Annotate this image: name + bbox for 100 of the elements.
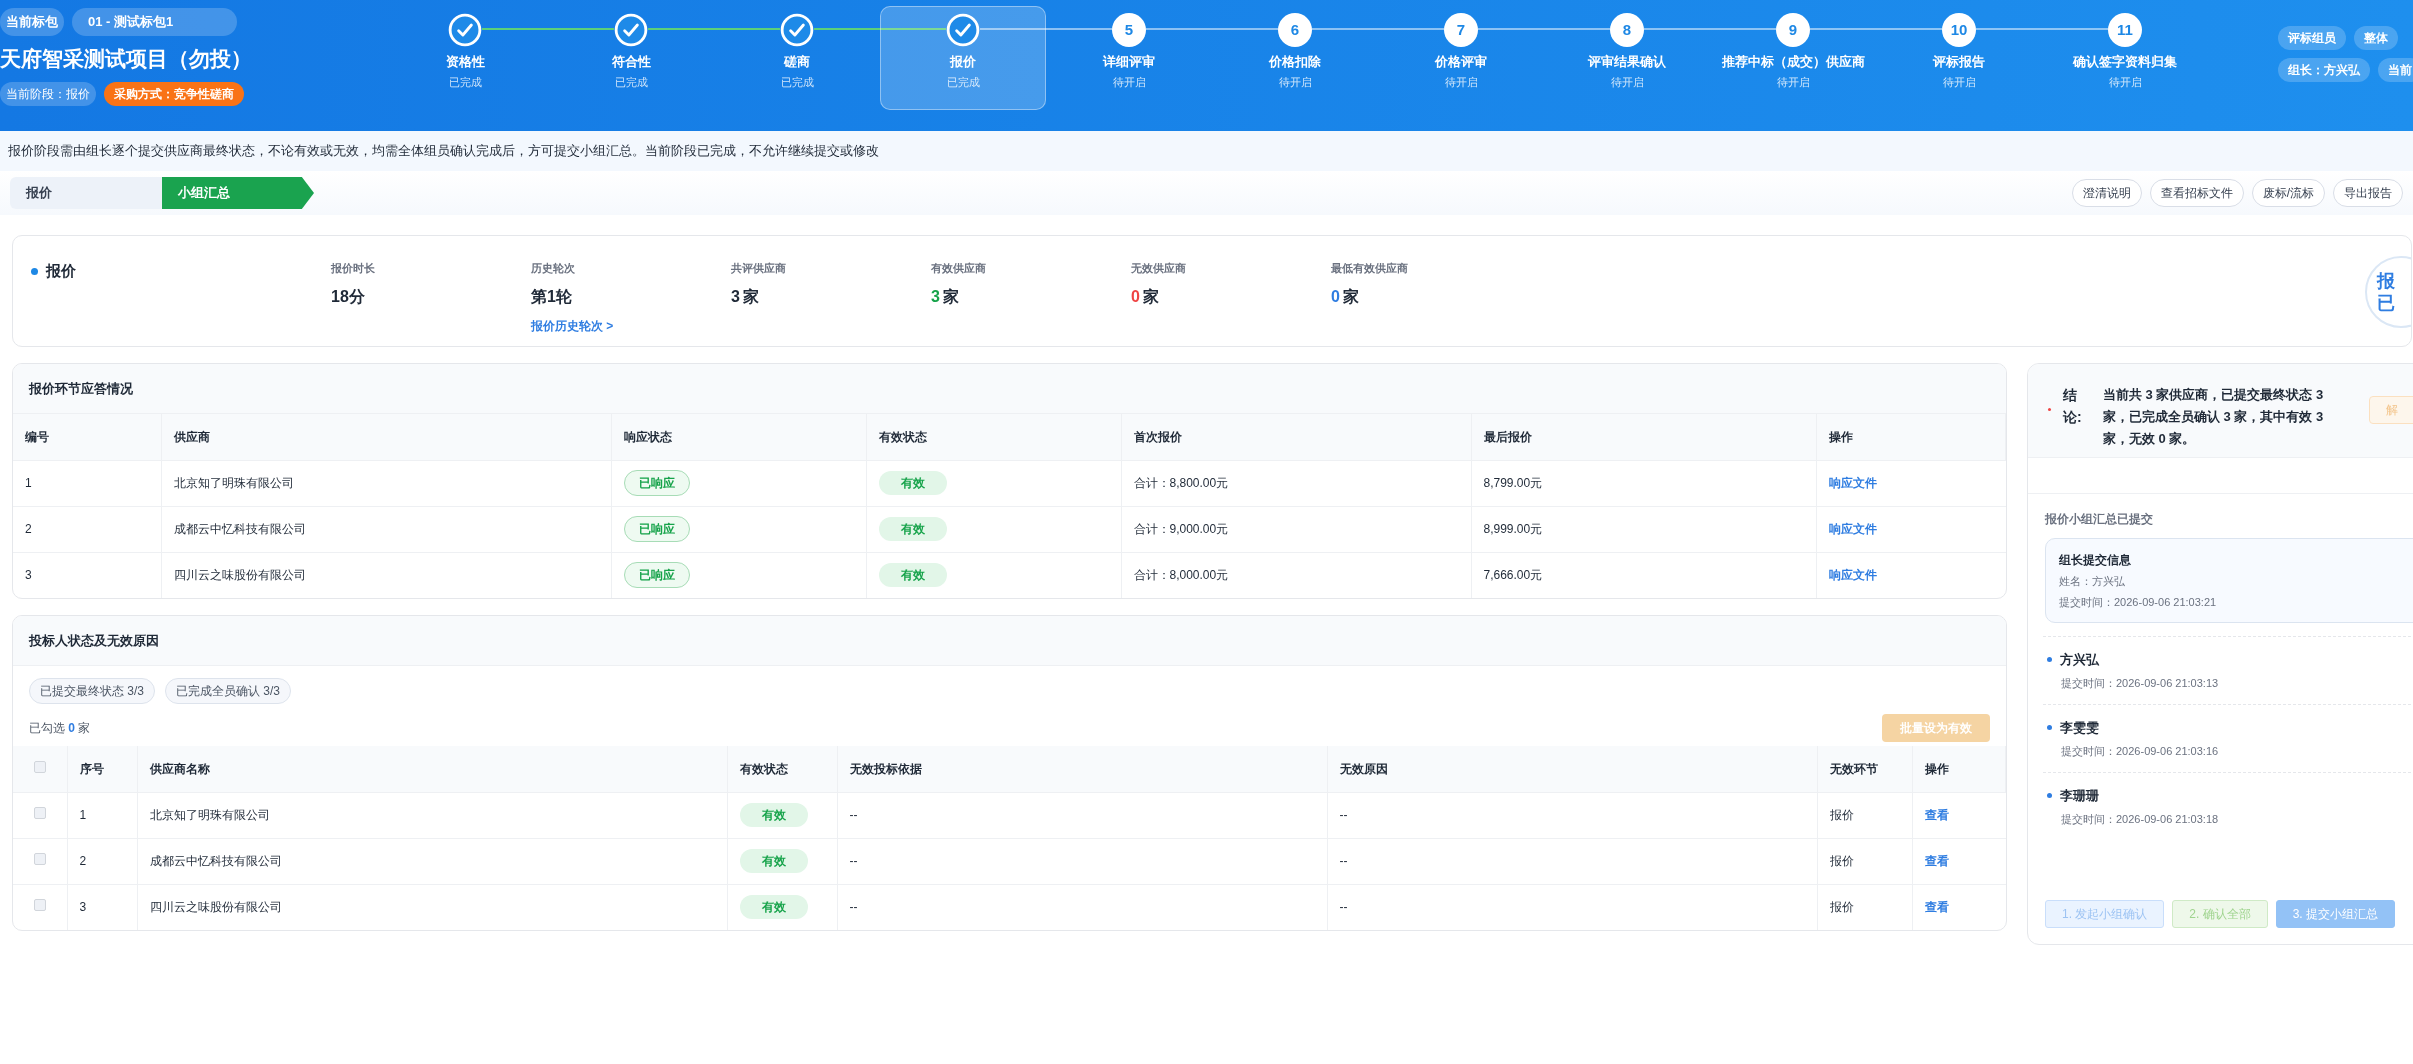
table-cell: 8,999.00元 [1471, 506, 1816, 552]
step-number: 8 [1610, 13, 1644, 47]
file-link[interactable]: 响应文件 [1828, 476, 1877, 490]
step-item[interactable]: 7 价格评审 待开启 [1378, 6, 1544, 110]
view-link[interactable]: 查看 [1924, 900, 1949, 915]
step-number: 5 [1112, 13, 1146, 47]
stage-tab[interactable]: 报价 [10, 177, 162, 209]
action-button[interactable]: 查看招标文件 [2149, 179, 2244, 207]
conclusion-label: 结论: [2063, 386, 2083, 427]
file-link[interactable]: 响应文件 [1828, 522, 1877, 536]
stat-value: 3 家 [731, 286, 759, 307]
column-header: 首次报价 [1121, 414, 1471, 460]
member-name: 方兴弘 [2060, 650, 2099, 669]
table-cell: 2 [67, 838, 137, 884]
action-button[interactable]: 导出报告 [2333, 179, 2403, 207]
step-status: 已完成 [946, 74, 980, 90]
member-time: 提交时间：2026-09-06 21:03:13 [2061, 676, 2220, 691]
column-header: 响应状态 [611, 414, 866, 460]
status-tag: 有效 [739, 849, 808, 873]
step-item[interactable]: 6 价格扣除 待开启 [1212, 6, 1378, 110]
step-status: 待开启 [1444, 74, 1478, 90]
member-name: 李雯雯 [2060, 718, 2099, 737]
step-item[interactable]: 报价 已完成 [880, 6, 1046, 110]
step-status: 待开启 [1942, 74, 1976, 90]
role-badge: 评标组员 [2278, 26, 2346, 50]
row-checkbox[interactable] [33, 899, 46, 912]
checkbox[interactable] [33, 760, 46, 773]
row-checkbox[interactable] [33, 853, 46, 865]
step-label: 确认签字资料归集 [2073, 53, 2177, 71]
history-link[interactable]: 报价历史轮次 > [531, 316, 614, 335]
status-tag: 有效 [878, 471, 947, 495]
stat-value: 3 家 [931, 286, 959, 307]
column-header: 有效状态 [866, 414, 1121, 460]
step-label: 评审结果确认 [1588, 53, 1666, 71]
action-button[interactable]: 废标/流标 [2251, 179, 2325, 207]
stat-label: 最低有效供应商 [1331, 261, 1408, 276]
stat-value: 第1轮 [531, 286, 572, 307]
table-cell: 成都云中忆科技有限公司 [137, 838, 727, 884]
step-status: 待开启 [1278, 74, 1312, 90]
role-badge: 整体 [2354, 26, 2398, 50]
step-item[interactable]: 磋商 已完成 [714, 6, 880, 110]
step-item[interactable]: 8 评审结果确认 待开启 [1544, 6, 1710, 110]
member-time: 提交时间：2026-09-06 21:03:16 [2061, 744, 2220, 759]
step-item[interactable]: 9 推荐中标（成交）供应商 待开启 [1710, 6, 1876, 110]
table-cell: -- [1327, 792, 1817, 838]
column-header: 编号 [13, 414, 161, 460]
table-cell: 3 [13, 552, 161, 598]
step-item[interactable]: 资格性 已完成 [382, 6, 548, 110]
step-label: 价格扣除 [1269, 53, 1321, 71]
table-cell: 合计：8,000.00元 [1121, 552, 1471, 598]
view-link[interactable]: 查看 [1924, 808, 1949, 822]
step-status: 待开启 [1610, 74, 1644, 90]
package-selector[interactable]: 01 - 测试标包1 [72, 8, 237, 36]
step-status: 已完成 [614, 74, 648, 90]
step-item[interactable]: 符合性 已完成 [548, 6, 714, 110]
bullet-icon [2047, 724, 2052, 730]
table-cell: -- [837, 792, 1327, 838]
table-cell: 8,799.00元 [1471, 460, 1816, 506]
stage-tab[interactable]: 小组汇总 [162, 177, 314, 209]
step-number: 9 [1776, 13, 1810, 47]
progress-chip: 已提交最终状态 3/3 [29, 678, 155, 704]
step-label: 推荐中标（成交）供应商 [1721, 53, 1865, 71]
status-tag: 有效 [878, 563, 947, 588]
view-link[interactable]: 查看 [1924, 854, 1949, 868]
row-checkbox[interactable] [33, 807, 46, 819]
file-link[interactable]: 响应文件 [1828, 568, 1877, 583]
stat-label: 无效供应商 [1131, 261, 1186, 276]
leader-time: 提交时间：2026-09-06 21:03:21 [2059, 594, 2218, 610]
conclusion-text: 当前共 3 家供应商，已提交最终状态 3 家，已完成全员确认 3 家，其中有效 3 家，无效 0 家。 [2103, 386, 2325, 448]
status-seal: 报 已 [2365, 256, 2411, 328]
step-label: 详细评审 [1103, 53, 1155, 71]
status-tag: 有效 [739, 895, 808, 920]
procurement-badge: 采购方式：竞争性磋商 [104, 82, 244, 106]
card-title: 报价环节应答情况 [13, 364, 2006, 414]
table-cell: 报价 [1817, 884, 1912, 930]
project-title: 天府智采测试项目（勿投） [0, 46, 253, 72]
step-label: 评标报告 [1933, 53, 1985, 71]
bullet-icon [31, 267, 38, 275]
table-cell: -- [1327, 884, 1817, 930]
stat-label: 历史轮次 [531, 261, 575, 276]
table-cell: 北京知了明珠有限公司 [161, 460, 611, 506]
step-status: 待开启 [1112, 74, 1146, 90]
step-item[interactable]: 11 确认签字资料归集 待开启 [2042, 6, 2208, 110]
table-cell: 7,666.00元 [1471, 552, 1816, 598]
bullet-icon [2047, 656, 2052, 662]
column-header: 供应商 [161, 414, 611, 460]
package-badge: 当前标包 [0, 8, 64, 36]
stage-title: 报价 [46, 261, 76, 281]
table-cell: 3 [67, 884, 137, 930]
status-tag: 已响应 [623, 562, 690, 589]
step-label: 磋商 [784, 53, 810, 71]
status-tag: 已响应 [623, 516, 690, 542]
column-header: 序号 [67, 746, 137, 792]
step-item[interactable]: 5 详细评审 待开启 [1046, 6, 1212, 110]
leader-title: 组长提交信息 [2059, 552, 2132, 569]
step-label: 报价 [950, 53, 976, 71]
progress-chip: 已完成全员确认 3/3 [165, 678, 292, 704]
step-item[interactable]: 10 评标报告 待开启 [1876, 6, 2042, 110]
table-cell: 2 [13, 506, 161, 552]
action-button[interactable]: 澄清说明 [2071, 179, 2142, 207]
